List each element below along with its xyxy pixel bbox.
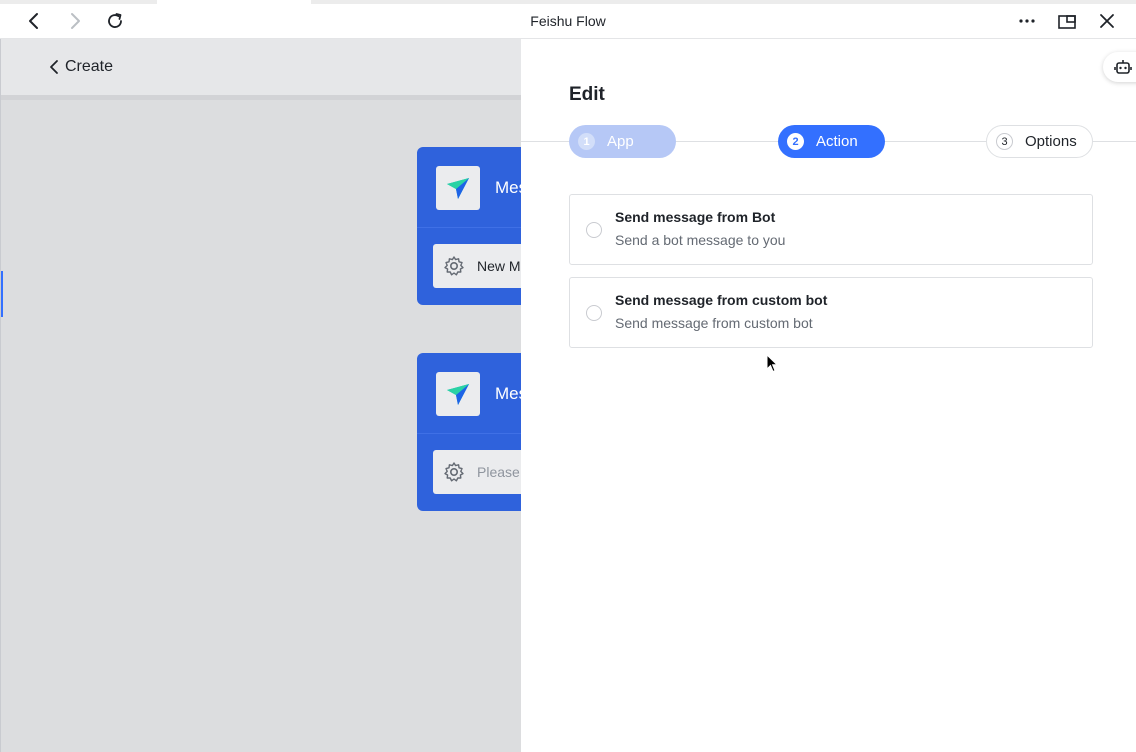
- panel-title: Edit: [569, 84, 605, 105]
- gear-icon: [444, 256, 464, 276]
- flow-card-action[interactable]: Mes Please: [417, 353, 521, 511]
- step-number: 1: [578, 133, 595, 150]
- robot-icon: [1114, 60, 1132, 74]
- title-bar: Feishu Flow: [0, 0, 1136, 39]
- reload-button[interactable]: [103, 9, 127, 33]
- option-send-from-bot[interactable]: Send message from Bot Send a bot message…: [569, 194, 1093, 265]
- app-icon: [436, 166, 480, 210]
- option-send-from-custom-bot[interactable]: Send message from custom bot Send messag…: [569, 277, 1093, 348]
- active-tab-indicator: [157, 0, 311, 4]
- create-label: Create: [65, 58, 114, 75]
- gear-icon: [444, 462, 464, 482]
- tab-strip: [0, 0, 1136, 4]
- option-description: Send message from custom bot: [615, 315, 813, 331]
- create-back-link[interactable]: Create: [49, 58, 113, 76]
- popout-window-icon: [1058, 15, 1076, 29]
- window-title: Feishu Flow: [530, 13, 606, 29]
- popout-button[interactable]: [1055, 9, 1079, 33]
- step-action[interactable]: 2 Action: [778, 125, 885, 158]
- card-divider: [417, 227, 521, 228]
- card-title: Mes: [495, 384, 521, 403]
- background-header: Create: [1, 39, 521, 100]
- flow-card-trigger[interactable]: Mes New M: [417, 147, 521, 305]
- chevron-right-icon: [71, 13, 80, 29]
- close-button[interactable]: [1095, 9, 1119, 33]
- feishu-paper-plane-icon: [447, 178, 469, 199]
- more-button[interactable]: [1015, 9, 1039, 33]
- edit-panel: Edit 1 App 2 Action 3 Options Send messa…: [521, 39, 1136, 752]
- radio-button[interactable]: [586, 305, 602, 321]
- chevron-left-icon: [50, 60, 58, 74]
- card-divider: [417, 433, 521, 434]
- card-field-placeholder: Please: [477, 464, 520, 480]
- option-description: Send a bot message to you: [615, 232, 786, 248]
- step-app[interactable]: 1 App: [569, 125, 676, 158]
- step-number: 2: [787, 133, 804, 150]
- step-options[interactable]: 3 Options: [986, 125, 1093, 158]
- card-field-text: New M: [477, 258, 521, 274]
- option-title: Send message from Bot: [615, 209, 776, 225]
- step-label: Action: [816, 133, 858, 150]
- option-title: Send message from custom bot: [615, 292, 828, 308]
- step-label: Options: [1025, 133, 1077, 150]
- step-label: App: [607, 133, 634, 150]
- forward-button[interactable]: [63, 9, 87, 33]
- left-accent-bar: [1, 271, 3, 317]
- card-field[interactable]: New M: [433, 244, 521, 288]
- background-app: Create Mes New M Mes Please: [0, 39, 521, 752]
- card-field[interactable]: Please: [433, 450, 521, 494]
- bot-assistant-button[interactable]: [1103, 52, 1136, 82]
- feishu-paper-plane-icon: [447, 384, 469, 405]
- chevron-left-icon: [29, 13, 38, 29]
- close-icon: [1100, 14, 1114, 28]
- step-number: 3: [996, 133, 1013, 150]
- reload-icon: [108, 13, 122, 28]
- back-button[interactable]: [22, 9, 46, 33]
- app-icon: [436, 372, 480, 416]
- card-title: Mes: [495, 178, 521, 197]
- mouse-cursor-icon: [766, 354, 778, 373]
- radio-button[interactable]: [586, 222, 602, 238]
- more-icon: [1019, 19, 1035, 23]
